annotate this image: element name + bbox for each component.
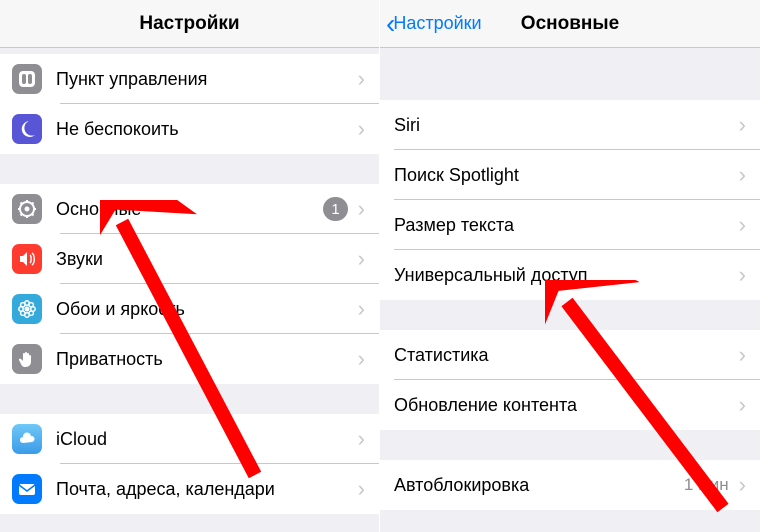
nav-title-right: Основные bbox=[521, 13, 619, 35]
row-background-refresh[interactable]: Обновление контента › bbox=[380, 380, 760, 430]
navbar-right: ‹ Настройки Основные bbox=[380, 0, 760, 48]
row-usage[interactable]: Статистика › bbox=[380, 330, 760, 380]
chevron-right-icon: › bbox=[358, 346, 365, 372]
row-label: Поиск Spotlight bbox=[394, 165, 735, 186]
row-privacy[interactable]: Приватность › bbox=[0, 334, 379, 384]
speaker-icon bbox=[12, 244, 42, 274]
row-label: Звуки bbox=[56, 249, 354, 270]
chevron-right-icon: › bbox=[358, 426, 365, 452]
row-mail[interactable]: Почта, адреса, календари › bbox=[0, 464, 379, 514]
chevron-right-icon: › bbox=[739, 262, 746, 288]
row-label: Обновление контента bbox=[394, 395, 735, 416]
row-label: Пункт управления bbox=[56, 69, 354, 90]
row-label: iCloud bbox=[56, 429, 354, 450]
row-label: Обои и яркость bbox=[56, 299, 354, 320]
row-spotlight[interactable]: Поиск Spotlight › bbox=[380, 150, 760, 200]
group-r3: Автоблокировка 1 мин › bbox=[380, 460, 760, 510]
row-icloud[interactable]: iCloud › bbox=[0, 414, 379, 464]
settings-root-pane: Настройки Пункт управления › Не беспокои… bbox=[0, 0, 380, 532]
row-label: Основные bbox=[56, 199, 323, 220]
chevron-right-icon: › bbox=[358, 116, 365, 142]
row-textsize[interactable]: Размер текста › bbox=[380, 200, 760, 250]
chevron-right-icon: › bbox=[739, 112, 746, 138]
row-label: Статистика bbox=[394, 345, 735, 366]
back-label: Настройки bbox=[393, 13, 481, 34]
row-autolock[interactable]: Автоблокировка 1 мин › bbox=[380, 460, 760, 510]
row-label: Размер текста bbox=[394, 215, 735, 236]
back-button[interactable]: ‹ Настройки bbox=[386, 10, 482, 38]
chevron-right-icon: › bbox=[358, 296, 365, 322]
chevron-right-icon: › bbox=[358, 476, 365, 502]
navbar-left: Настройки bbox=[0, 0, 379, 48]
general-pane: ‹ Настройки Основные Siri › Поиск Spotli… bbox=[380, 0, 760, 532]
row-label: Автоблокировка bbox=[394, 475, 684, 496]
chevron-right-icon: › bbox=[739, 472, 746, 498]
chevron-right-icon: › bbox=[739, 342, 746, 368]
row-label: Не беспокоить bbox=[56, 119, 354, 140]
group-bottom: iCloud › Почта, адреса, календари › bbox=[0, 414, 379, 514]
row-label: Siri bbox=[394, 115, 735, 136]
group-top: Пункт управления › Не беспокоить › bbox=[0, 54, 379, 154]
chevron-right-icon: › bbox=[739, 212, 746, 238]
row-label: Приватность bbox=[56, 349, 354, 370]
nav-title-left: Настройки bbox=[139, 13, 239, 35]
row-control-center[interactable]: Пункт управления › bbox=[0, 54, 379, 104]
moon-icon bbox=[12, 114, 42, 144]
mail-icon bbox=[12, 474, 42, 504]
group-middle: Основные 1 › Звуки › Обои и яркость › bbox=[0, 184, 379, 384]
row-value: 1 мин bbox=[684, 475, 729, 495]
group-r2: Статистика › Обновление контента › bbox=[380, 330, 760, 430]
row-siri[interactable]: Siri › bbox=[380, 100, 760, 150]
chevron-right-icon: › bbox=[358, 246, 365, 272]
group-r1: Siri › Поиск Spotlight › Размер текста ›… bbox=[380, 100, 760, 300]
row-label: Почта, адреса, календари bbox=[56, 479, 354, 500]
flower-icon bbox=[12, 294, 42, 324]
row-wallpaper[interactable]: Обои и яркость › bbox=[0, 284, 379, 334]
control-center-icon bbox=[12, 64, 42, 94]
chevron-right-icon: › bbox=[739, 162, 746, 188]
chevron-right-icon: › bbox=[358, 196, 365, 222]
hand-icon bbox=[12, 344, 42, 374]
badge-icon: 1 bbox=[323, 197, 347, 221]
gear-icon bbox=[12, 194, 42, 224]
chevron-right-icon: › bbox=[358, 66, 365, 92]
row-dnd[interactable]: Не беспокоить › bbox=[0, 104, 379, 154]
cloud-icon bbox=[12, 424, 42, 454]
row-sounds[interactable]: Звуки › bbox=[0, 234, 379, 284]
row-label: Универсальный доступ bbox=[394, 265, 735, 286]
row-accessibility[interactable]: Универсальный доступ › bbox=[380, 250, 760, 300]
row-general[interactable]: Основные 1 › bbox=[0, 184, 379, 234]
chevron-right-icon: › bbox=[739, 392, 746, 418]
